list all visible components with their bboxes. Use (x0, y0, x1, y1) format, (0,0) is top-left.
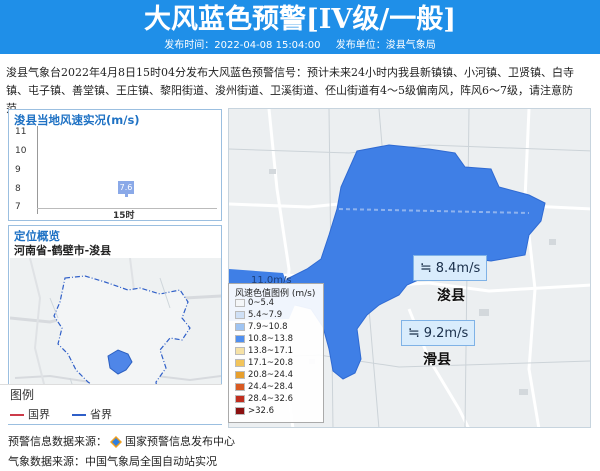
legend-item: 0~5.4 (235, 298, 274, 308)
header-meta: 发布时间：2022-04-08 15:04:00 发布单位：浚县气象局 (0, 38, 600, 54)
y-tick: 9 (15, 165, 21, 175)
wind-value-label: 7.6 (118, 180, 134, 194)
legend-item-province-border: 省界 (72, 406, 112, 422)
wind-speed: 8.4m/s (435, 261, 481, 276)
source-label: 预警信息数据来源： (8, 435, 107, 448)
legend-item-national-border: 国界 (10, 406, 50, 422)
national-border-line (10, 414, 24, 416)
legend-item: 24.4~28.4 (235, 382, 293, 392)
legend-item: 10.8~13.8 (235, 334, 293, 344)
legend-item: 28.4~32.6 (235, 394, 293, 404)
overview-legend-title: 图例 (10, 388, 35, 402)
legend-item: 7.9~10.8 (235, 322, 288, 332)
city-label: 浚县 (437, 288, 465, 304)
legend-item: 13.8~17.1 (235, 346, 293, 356)
y-axis (37, 126, 38, 214)
publisher: 发布单位：浚县气象局 (335, 40, 436, 51)
legend-label: 28.4~32.6 (248, 394, 293, 404)
legend-item: 5.4~7.9 (235, 310, 282, 320)
legend-label: 10.8~13.8 (248, 334, 293, 344)
wind-bar (125, 193, 128, 197)
wind-chart-title: 浚县当地风速实况(m/s) (14, 113, 140, 127)
legend-label: 20.8~24.4 (248, 370, 293, 380)
legend-swatch (235, 298, 245, 307)
legend-item: >32.6 (235, 406, 274, 416)
wind-icon: ≒ (408, 325, 420, 341)
legend-swatch (235, 406, 245, 415)
wind-speed: 9.2m/s (423, 326, 469, 341)
legend-label: 17.1~20.8 (248, 358, 293, 368)
city-label: 滑县 (423, 352, 451, 368)
legend-item: 20.8~24.4 (235, 370, 293, 380)
y-tick: 8 (15, 184, 21, 194)
legend-label: 7.9~10.8 (248, 322, 288, 332)
station-wind-label[interactable]: ≒ 9.2m/s (401, 320, 476, 346)
legend-label: 13.8~17.1 (248, 346, 293, 356)
y-tick: 7 (15, 202, 21, 212)
legend-swatch (235, 346, 245, 355)
legend-label: >32.6 (248, 406, 275, 416)
source-name: 国家预警信息发布中心 (125, 435, 235, 448)
x-tick: 15时 (113, 211, 135, 221)
legend-swatch (235, 382, 245, 391)
wind-speed-panel: 浚县当地风速实况(m/s) 11 10 9 8 7 7.6 15时 (8, 109, 222, 221)
station-wind-label[interactable]: ≒ 8.4m/s (413, 255, 488, 281)
legend-label: 24.4~28.4 (248, 382, 293, 392)
legend-label: 5.4~7.9 (248, 310, 283, 320)
wind-color-legend: 风速色值图例 (m/s) 0~5.4 5.4~7.9 7.9~10.8 10.8… (228, 283, 324, 423)
footer-source-warning: 预警信息数据来源： 国家预警信息发布中心 (8, 433, 235, 449)
overview-legend: 图例 国界 省界 (0, 384, 222, 424)
legend-swatch (235, 394, 245, 403)
legend-swatch (235, 358, 245, 367)
location-path: 河南省-鹤壁市-浚县 (14, 244, 112, 257)
y-tick: 10 (15, 146, 27, 156)
publish-time: 发布时间：2022-04-08 15:04:00 (164, 40, 321, 51)
page-title: 大风蓝色预警[IV级/一般] (144, 4, 456, 35)
legend-label: 国界 (28, 408, 50, 421)
wind-icon: ≒ (420, 260, 432, 276)
province-border-line (72, 414, 86, 416)
legend-label: 省界 (90, 408, 112, 421)
y-tick: 11 (15, 127, 27, 137)
warning-center-logo-icon (110, 436, 122, 448)
header-banner: 大风蓝色预警[IV级/一般] 发布时间：2022-04-08 15:04:00 … (0, 0, 600, 54)
legend-label: 0~5.4 (248, 298, 275, 308)
legend-swatch (235, 370, 245, 379)
footer-source-weather: 气象数据来源：中国气象局全国自动站实况 (8, 455, 217, 468)
legend-swatch (235, 334, 245, 343)
legend-swatch (235, 322, 245, 331)
legend-swatch (235, 310, 245, 319)
legend-item: 17.1~20.8 (235, 358, 293, 368)
